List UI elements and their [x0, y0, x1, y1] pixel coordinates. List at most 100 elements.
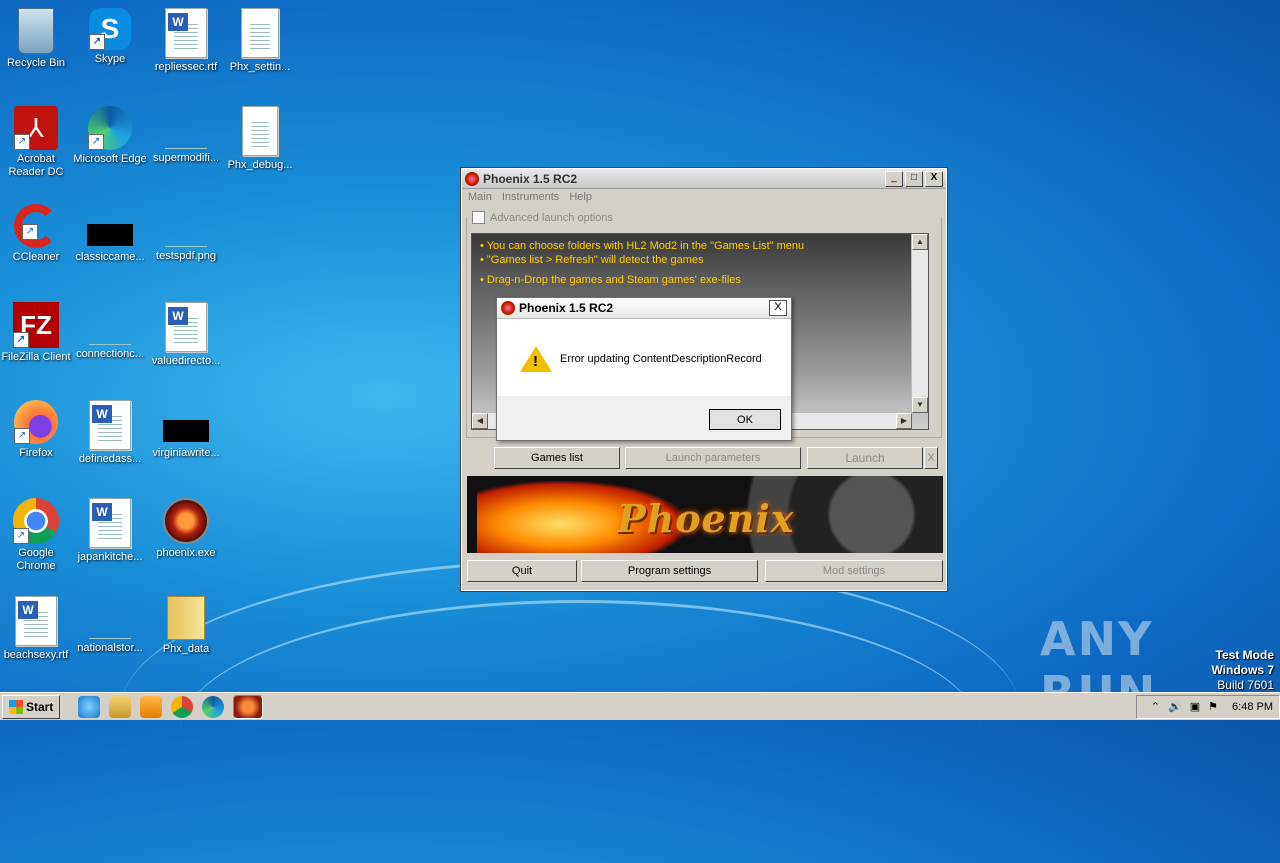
- desktop-icon-edge[interactable]: ↗ Microsoft Edge: [72, 106, 148, 166]
- desktop-icon-firefox[interactable]: ↗ Firefox: [0, 400, 74, 460]
- clock[interactable]: 6:48 PM: [1232, 701, 1273, 713]
- info-line: • You can choose folders with HL2 Mod2 i…: [480, 240, 805, 252]
- desktop-icon-valuedirecto[interactable]: W valuedirecto...: [148, 302, 224, 368]
- menu-bar: Main Instruments Help: [462, 189, 946, 205]
- test-mode-line: Test Mode: [1215, 648, 1274, 662]
- desktop-icon-acrobat[interactable]: ⅄ ↗ Acrobat Reader DC: [0, 106, 74, 179]
- maximize-button[interactable]: □: [905, 170, 923, 187]
- desktop-icon-label: connectionc...: [76, 348, 144, 360]
- launch-close-button[interactable]: X: [924, 447, 938, 469]
- menu-instruments[interactable]: Instruments: [502, 191, 559, 203]
- desktop-icon-label: Google Chrome: [16, 547, 56, 572]
- desktop-icon-japankitche[interactable]: W japankitche...: [72, 498, 148, 564]
- minimize-button[interactable]: _: [885, 170, 903, 187]
- taskbar: Start ⌃ 🔊 ▣ ⚑ 6:48 PM: [0, 692, 1280, 720]
- desktop-icon-recycle-bin[interactable]: Recycle Bin: [0, 8, 74, 70]
- desktop-icon-label: beachsexy.rtf: [3, 649, 69, 661]
- scroll-right-icon[interactable]: ▶: [896, 413, 912, 429]
- show-hidden-icons-icon[interactable]: ⌃: [1151, 700, 1160, 713]
- blank-file-icon: [89, 596, 131, 639]
- close-button[interactable]: X: [925, 170, 943, 187]
- info-line: • Drag-n-Drop the games and Steam games'…: [480, 274, 741, 286]
- error-dialog: Phoenix 1.5 RC2 X ! Error updating Conte…: [496, 297, 792, 441]
- desktop-icon-label: japankitche...: [77, 551, 143, 563]
- desktop-icon-repliessec[interactable]: W repliessec.rtf: [148, 8, 224, 74]
- recycle-bin-icon: [18, 8, 54, 54]
- launch-parameters-button[interactable]: Launch parameters: [625, 447, 801, 469]
- window-titlebar[interactable]: Phoenix 1.5 RC2 _ □ X: [462, 169, 946, 189]
- acrobat-icon: ⅄ ↗: [14, 106, 58, 150]
- window-title: Phoenix 1.5 RC2: [483, 171, 578, 186]
- scroll-down-icon[interactable]: ▼: [912, 397, 928, 413]
- desktop-icon-beachsexy[interactable]: W beachsexy.rtf: [0, 596, 74, 662]
- phoenix-banner: Phoenix: [467, 476, 943, 553]
- windows-version-line: Windows 7: [1211, 663, 1274, 677]
- action-center-flag-icon[interactable]: ⚑: [1208, 700, 1218, 713]
- desktop-icon-phx-settings[interactable]: Phx_settin...: [222, 8, 298, 74]
- menu-help[interactable]: Help: [569, 191, 592, 203]
- edge-icon: ↗: [88, 106, 132, 150]
- vertical-scrollbar[interactable]: ▲ ▼: [911, 234, 928, 413]
- build-line: Build 7601: [1217, 678, 1274, 692]
- warning-exclamation-icon: !: [533, 353, 538, 370]
- network-icon[interactable]: ▣: [1190, 700, 1200, 713]
- dialog-titlebar[interactable]: Phoenix 1.5 RC2 X: [497, 298, 791, 319]
- desktop-icon-label: testspdf.png: [156, 250, 216, 262]
- settings-file-icon: [241, 8, 279, 58]
- start-button[interactable]: Start: [2, 694, 61, 719]
- desktop-icon-label: repliessec.rtf: [154, 61, 218, 73]
- desktop-icon-filezilla[interactable]: FZ ↗ FileZilla Client: [0, 302, 74, 364]
- desktop-icon-label: valuedirecto...: [151, 355, 221, 367]
- blank-file-icon: [165, 204, 207, 247]
- quit-button[interactable]: Quit: [467, 560, 577, 582]
- folder-icon: [167, 596, 205, 640]
- edge-icon[interactable]: [202, 695, 225, 718]
- ccleaner-icon: ↗: [14, 204, 58, 248]
- test-mode-watermark: Test Mode Windows 7 Build 7601: [1211, 648, 1274, 693]
- desktop-icon-label: Acrobat Reader DC: [8, 153, 64, 178]
- media-player-icon[interactable]: [140, 695, 163, 718]
- desktop-icon-label: Phx_debug...: [227, 159, 293, 171]
- phoenix-app-icon: [501, 301, 515, 315]
- phoenix-taskbar-button[interactable]: [233, 694, 264, 719]
- games-list-button[interactable]: Games list: [494, 447, 620, 469]
- desktop-icon-classiccame[interactable]: classiccame...: [72, 204, 148, 264]
- dialog-close-button[interactable]: X: [769, 300, 787, 316]
- image-thumbnail-icon: [87, 224, 133, 246]
- desktop-icon-virginiawrite[interactable]: virginiawrite...: [148, 400, 224, 460]
- ok-button[interactable]: OK: [709, 409, 781, 430]
- desktop-icon-supermodifi[interactable]: supermodifi...: [148, 106, 224, 165]
- desktop-icon-label: Skype: [94, 53, 126, 65]
- desktop-icon-testspdf[interactable]: testspdf.png: [148, 204, 224, 263]
- dialog-title: Phoenix 1.5 RC2: [519, 301, 614, 315]
- desktop-icon-definedass[interactable]: W definedass...: [72, 400, 148, 466]
- text-file-icon: [242, 106, 278, 156]
- filezilla-icon: FZ ↗: [13, 302, 59, 348]
- chrome-icon[interactable]: [171, 695, 194, 718]
- phoenix-app-icon: [163, 498, 209, 544]
- word-document-icon: W: [165, 8, 207, 58]
- launch-button[interactable]: Launch: [807, 447, 923, 469]
- desktop-icon-phoenix-exe[interactable]: phoenix.exe: [148, 498, 224, 560]
- shortcut-arrow-icon: ↗: [14, 134, 30, 150]
- desktop-icon-phx-data[interactable]: Phx_data: [148, 596, 224, 656]
- desktop-icon-nationalstor[interactable]: nationalstor...: [72, 596, 148, 655]
- scroll-left-icon[interactable]: ◀: [472, 413, 488, 429]
- volume-icon[interactable]: 🔊: [1168, 700, 1182, 713]
- desktop-icon-phx-debug[interactable]: Phx_debug...: [222, 106, 298, 172]
- scroll-up-icon[interactable]: ▲: [912, 234, 928, 250]
- banner-text: Phoenix: [617, 496, 795, 541]
- internet-explorer-icon[interactable]: [78, 695, 101, 718]
- desktop-icon-connectionc[interactable]: connectionc...: [72, 302, 148, 361]
- desktop-icon-skype[interactable]: S ↗ Skype: [72, 8, 148, 66]
- phoenix-app-icon: [465, 171, 479, 186]
- menu-main[interactable]: Main: [468, 191, 492, 203]
- desktop-icon-ccleaner[interactable]: ↗ CCleaner: [0, 204, 74, 264]
- firefox-icon: ↗: [14, 400, 58, 444]
- shortcut-arrow-icon: ↗: [13, 332, 29, 348]
- desktop-icon-chrome[interactable]: ↗ Google Chrome: [0, 498, 74, 573]
- program-settings-button[interactable]: Program settings: [581, 560, 758, 582]
- mod-settings-button[interactable]: Mod settings: [765, 560, 943, 582]
- file-explorer-icon[interactable]: [109, 695, 132, 718]
- dialog-message: Error updating ContentDescriptionRecord: [560, 353, 762, 365]
